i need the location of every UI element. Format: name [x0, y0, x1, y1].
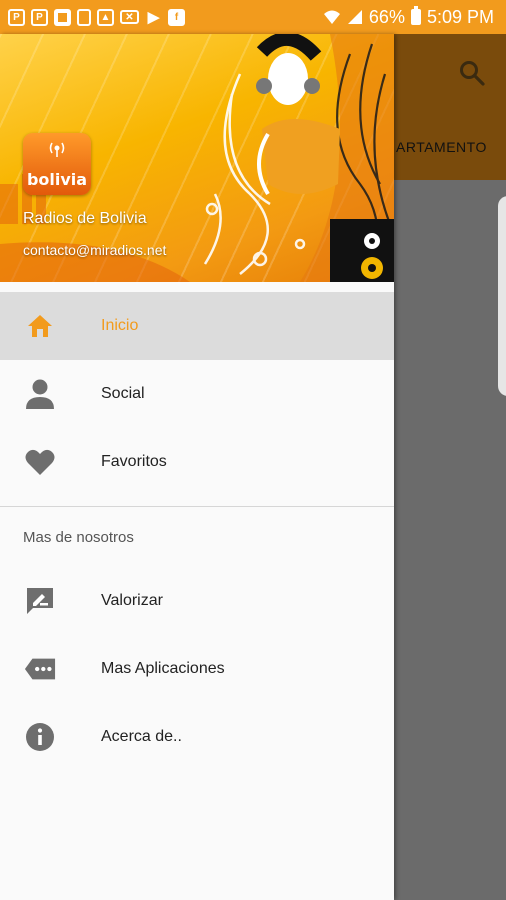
menu-item-valorizar[interactable]: Valorizar: [0, 567, 394, 635]
chat-app-icon: P: [31, 8, 48, 26]
menu-item-social[interactable]: Social: [0, 360, 394, 428]
background-tab-label: ARTAMENTO: [396, 139, 487, 155]
menu-item-inicio[interactable]: Inicio: [0, 292, 394, 360]
background-toolbar: [394, 34, 506, 180]
signal-icon: [347, 10, 362, 24]
heart-icon: [24, 446, 56, 478]
facebook-icon: f: [168, 8, 185, 26]
notification-icons: P P ▲ ✕ ▶ f: [0, 8, 185, 26]
more-apps-icon: [24, 653, 56, 685]
drawer-header: bolivia Radios de Bolivia contacto@mirad…: [0, 34, 394, 282]
menu-item-label: Favoritos: [101, 453, 167, 470]
app-logo: bolivia: [23, 133, 91, 195]
person-icon: [24, 378, 56, 410]
clock: 5:09 PM: [426, 6, 494, 27]
menu-item-label: Mas Aplicaciones: [101, 660, 225, 677]
menu-item-label: Inicio: [101, 317, 139, 334]
rate-review-icon: [24, 585, 56, 617]
menu-item-mas-aplicaciones[interactable]: Mas Aplicaciones: [0, 635, 394, 703]
play-store-icon: ▶: [147, 9, 160, 26]
menu-item-favoritos[interactable]: Favoritos: [0, 428, 394, 496]
mail-icon: ✕: [120, 10, 139, 24]
logo-text: bolivia: [26, 170, 88, 189]
drawer-title: Radios de Bolivia: [23, 210, 147, 227]
background-card: [498, 196, 506, 396]
menu-item-label: Social: [101, 385, 145, 402]
info-icon: [24, 721, 56, 753]
photo-icon: ▲: [97, 8, 114, 26]
screenshot-icon: [77, 8, 91, 26]
menu-item-label: Acerca de..: [101, 728, 182, 745]
battery-percent: 66%: [368, 6, 405, 27]
menu-item-acerca[interactable]: Acerca de..: [0, 703, 394, 771]
status-bar: P P ▲ ✕ ▶ f 66% 5:09 PM: [0, 0, 506, 34]
flipboard-icon: [54, 8, 71, 26]
system-status: 66% 5:09 PM: [323, 0, 494, 34]
battery-icon: [410, 6, 421, 25]
chat-app-icon: P: [8, 8, 25, 26]
home-icon: [24, 310, 56, 342]
radio-antenna-icon: [49, 142, 65, 157]
search-icon[interactable]: [459, 60, 485, 86]
drawer-menu: Inicio Social Favoritos Mas de nosotros …: [0, 292, 394, 771]
navigation-drawer: bolivia Radios de Bolivia contacto@mirad…: [0, 34, 394, 900]
drawer-email: contacto@miradios.net: [23, 242, 167, 258]
wifi-icon: [323, 10, 340, 24]
section-header: Mas de nosotros: [23, 528, 134, 546]
menu-item-label: Valorizar: [101, 592, 163, 609]
